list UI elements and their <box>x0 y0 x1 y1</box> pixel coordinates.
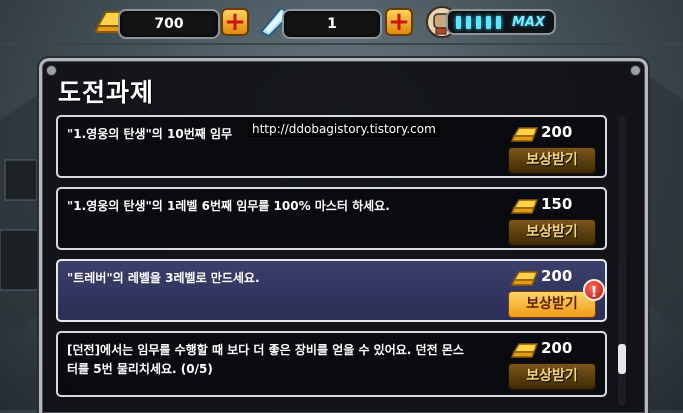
add-crystal-button[interactable]: + <box>385 7 413 37</box>
stamina-bar: MAX <box>446 9 556 35</box>
stamina-segment <box>486 16 491 29</box>
stamina-segment <box>456 16 461 29</box>
panel-bolt <box>46 65 57 76</box>
reward-box: 200 보상받기 ! <box>505 261 605 320</box>
reward-amount: 200 <box>541 339 573 357</box>
quest-item: [던전]에서는 임무를 수행할 때 보다 더 좋은 장비를 얻을 수 있어요. … <box>56 331 607 397</box>
watermark-url: http://ddobagistory.tistory.com <box>248 121 440 137</box>
alert-icon: ! <box>583 279 605 301</box>
reward-box: 150 보상받기 <box>505 189 605 248</box>
stamina-segment <box>476 16 481 29</box>
quest-item: "1.영웅의 탄생"의 1레벨 6번째 임무를 100% 마스터 하세요. 15… <box>56 187 607 250</box>
reward-amount: 150 <box>541 195 573 213</box>
stamina-segment <box>496 16 501 29</box>
quest-scrollbar[interactable] <box>618 116 626 406</box>
gold-bar-icon <box>511 199 539 214</box>
plus-icon: + <box>224 7 246 37</box>
plus-icon: + <box>388 7 410 37</box>
stamina-max-label: MAX <box>512 15 546 30</box>
gold-bar-icon <box>511 271 539 286</box>
resource-bar: 700 + 1 + MAX <box>0 0 683 44</box>
reward-box: 200 보상받기 <box>505 117 605 176</box>
gold-bar-icon <box>511 343 539 358</box>
reward-amount: 200 <box>541 123 573 141</box>
crystal-display: 1 <box>282 9 382 39</box>
claim-reward-button[interactable]: 보상받기 <box>508 363 596 390</box>
panel-title: 도전과제 <box>58 78 155 107</box>
challenge-panel: 도전과제 "1.영웅의 탄생"의 10번째 임무 200 보상받기 "1.영웅의… <box>39 58 648 413</box>
gold-amount: 700 <box>154 16 184 32</box>
claim-reward-button[interactable]: 보상받기 <box>508 147 596 174</box>
claim-reward-button[interactable]: 보상받기 <box>508 291 596 318</box>
add-gold-button[interactable]: + <box>221 7 249 37</box>
gold-bar-icon <box>511 127 539 142</box>
stamina-segment <box>466 16 471 29</box>
quest-description: "1.영웅의 탄생"의 1레벨 6번째 임무를 100% 마스터 하세요. <box>67 199 390 213</box>
panel-bolt <box>630 65 641 76</box>
quest-item-completed: "트레버"의 레벨을 3레벨로 만드세요. 200 보상받기 ! <box>56 259 607 322</box>
crystal-amount: 1 <box>327 16 337 32</box>
scroll-thumb[interactable] <box>618 344 626 374</box>
gold-display: 700 <box>118 9 220 39</box>
quest-description: [던전]에서는 임무를 수행할 때 보다 더 좋은 장비를 얻을 수 있어요. … <box>67 343 464 376</box>
reward-amount: 200 <box>541 267 573 285</box>
claim-reward-button[interactable]: 보상받기 <box>508 219 596 246</box>
reward-box: 200 보상받기 <box>505 333 605 395</box>
quest-description: "트레버"의 레벨을 3레벨로 만드세요. <box>67 271 260 285</box>
